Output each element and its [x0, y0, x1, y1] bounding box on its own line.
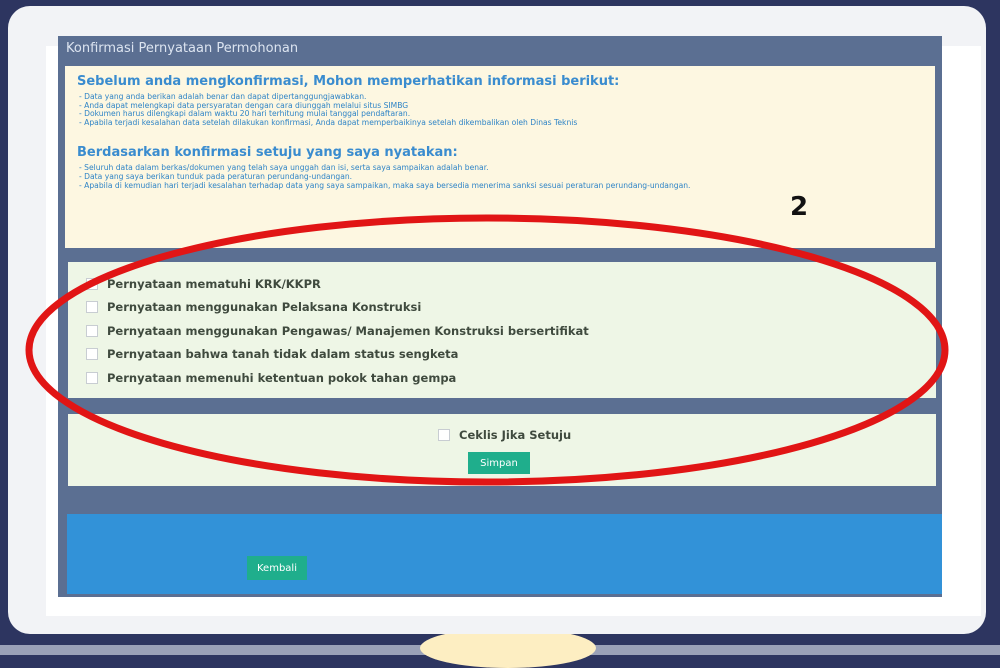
panel-title: Konfirmasi Pernyataan Permohonan [58, 36, 942, 66]
consent-checkbox[interactable] [438, 429, 450, 441]
statement-pelaksana-konstruksi[interactable]: Pernyataan menggunakan Pelaksana Konstru… [68, 296, 936, 320]
consent-box: Ceklis Jika Setuju Simpan [68, 414, 936, 486]
consent-row[interactable]: Ceklis Jika Setuju [438, 428, 571, 442]
annotation-number: 2 [790, 192, 809, 222]
statement-checkbox[interactable] [86, 277, 98, 290]
statement-label: Pernyataan bahwa tanah tidak dalam statu… [107, 347, 459, 362]
agreement-list: - Seluruh data dalam berkas/dokumen yang… [79, 164, 923, 190]
consent-label: Ceklis Jika Setuju [459, 428, 572, 442]
save-button[interactable]: Simpan [468, 452, 530, 474]
agreement-item: - Apabila di kemudian hari terjadi kesal… [79, 180, 691, 190]
statement-label: Pernyataan mematuhi KRK/KKPR [107, 276, 321, 291]
statement-krk-kkpr[interactable]: Pernyataan mematuhi KRK/KKPR [68, 272, 936, 296]
statement-checkbox[interactable] [86, 348, 98, 361]
footer-bar [67, 514, 942, 594]
bottom-tab-decoration [420, 628, 596, 668]
notice-heading: Sebelum anda mengkonfirmasi, Mohon mempe… [77, 74, 620, 89]
notice-list: - Data yang anda berikan adalah benar da… [79, 92, 923, 127]
notice-item: - Apabila terjadi kesalahan data setelah… [79, 117, 578, 127]
statement-tanah-sengketa[interactable]: Pernyataan bahwa tanah tidak dalam statu… [68, 343, 936, 367]
statement-pengawas-mk[interactable]: Pernyataan menggunakan Pengawas/ Manajem… [68, 319, 936, 343]
agreement-heading: Berdasarkan konfirmasi setuju yang saya … [77, 145, 458, 161]
statement-label: Pernyataan menggunakan Pengawas/ Manajem… [107, 323, 589, 338]
statement-label: Pernyataan memenuhi ketentuan pokok taha… [107, 370, 457, 385]
statement-checkbox[interactable] [86, 301, 98, 314]
statement-checklist: Pernyataan mematuhi KRK/KKPR Pernyataan … [68, 262, 936, 398]
statement-checkbox[interactable] [86, 371, 98, 384]
statement-tahan-gempa[interactable]: Pernyataan memenuhi ketentuan pokok taha… [68, 366, 936, 390]
statement-label: Pernyataan menggunakan Pelaksana Konstru… [107, 300, 422, 315]
statement-checkbox[interactable] [86, 324, 98, 337]
back-button[interactable]: Kembali [247, 556, 307, 580]
